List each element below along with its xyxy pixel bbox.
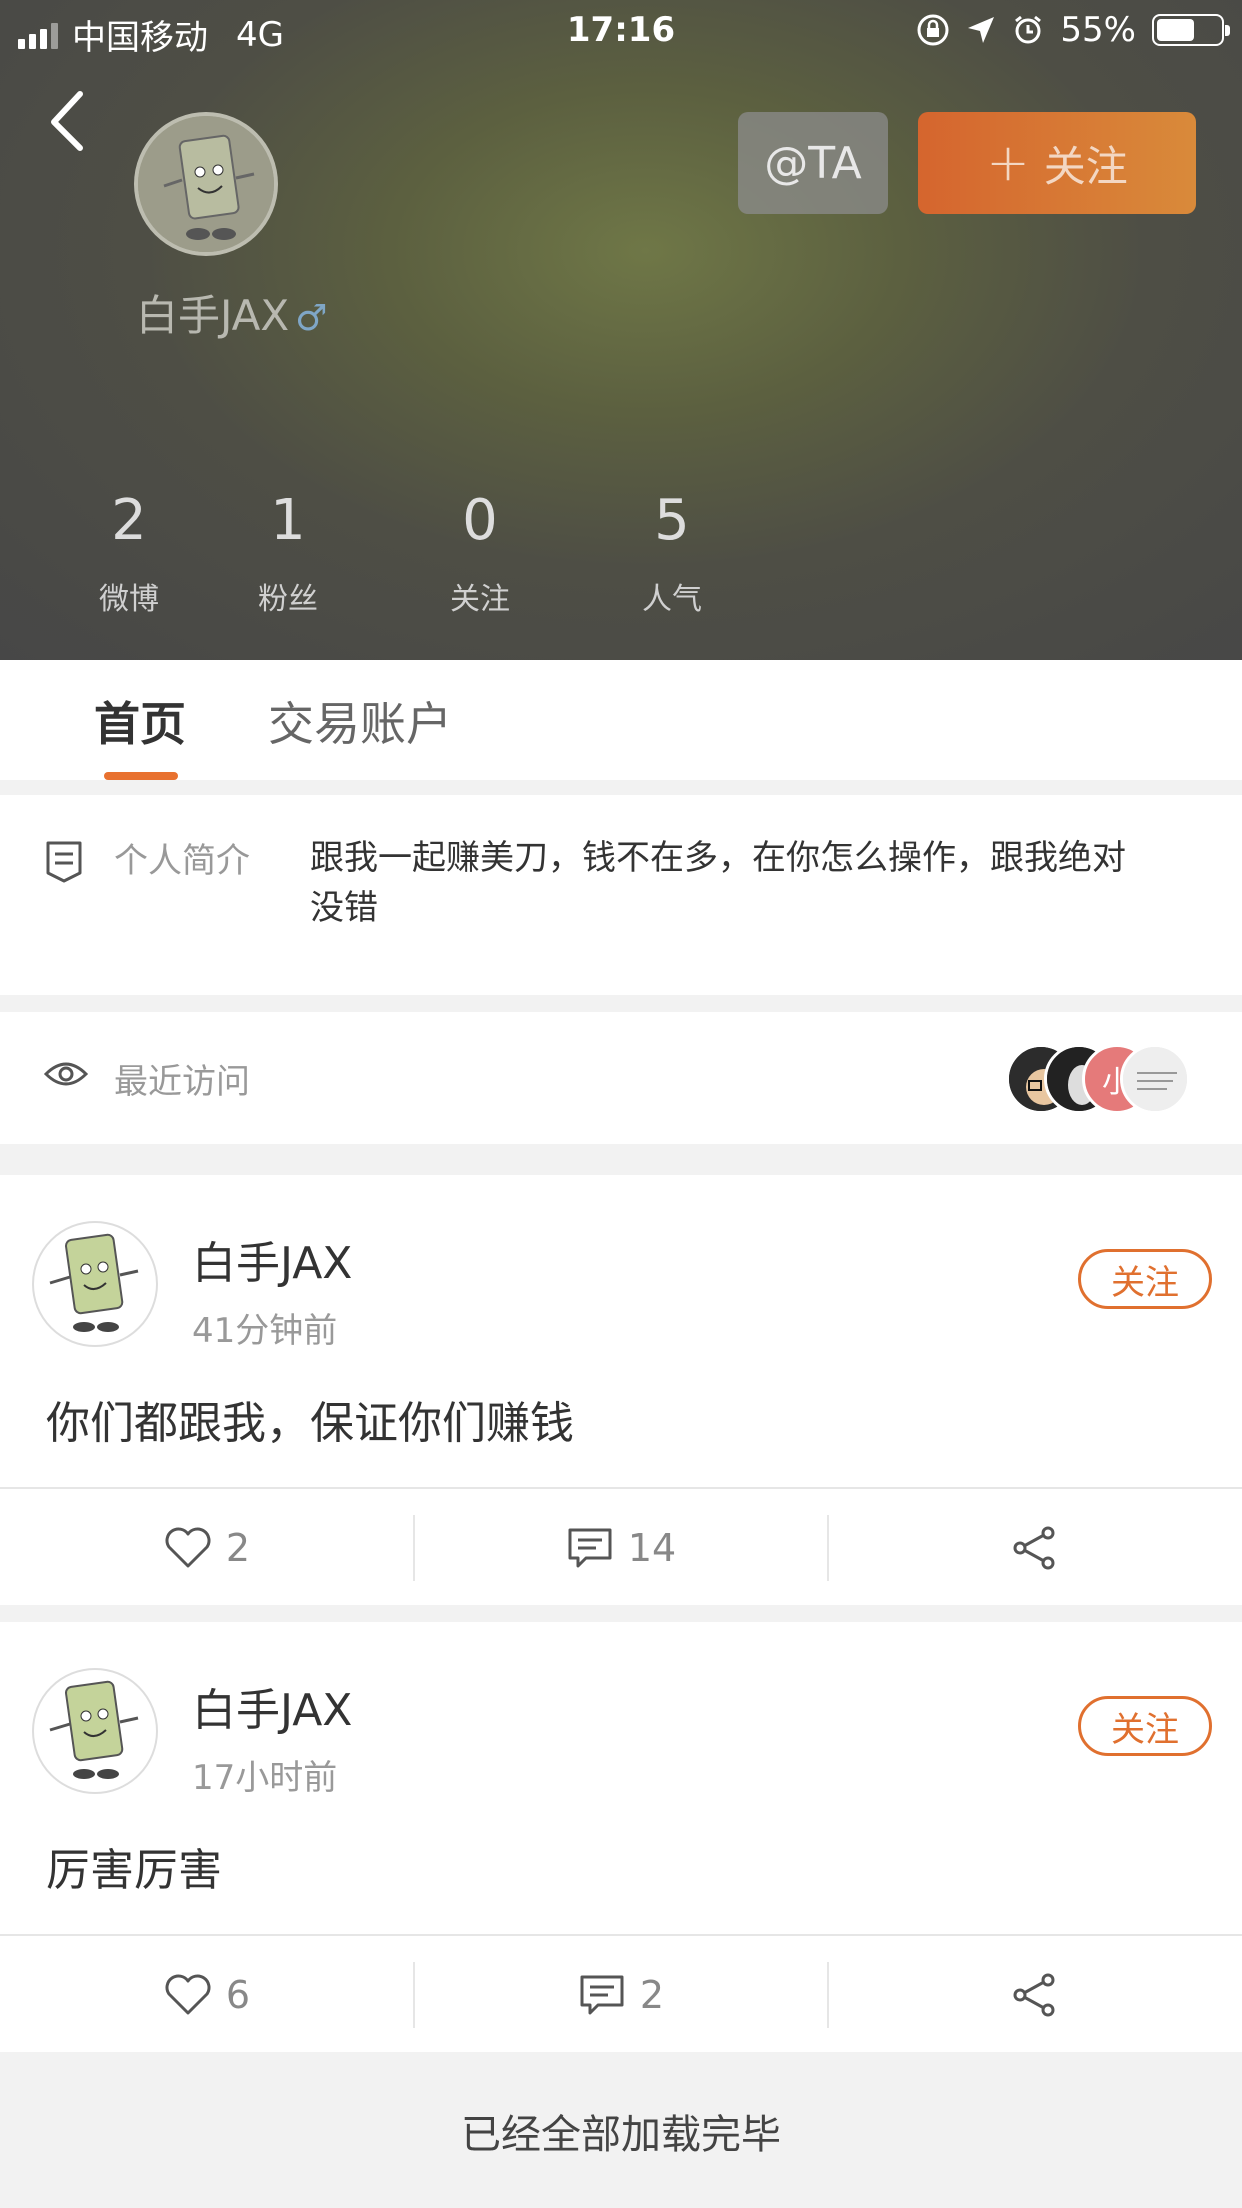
stat-following[interactable]: 0 关注: [384, 486, 576, 618]
stats-row: 2 微博 1 粉丝 0 关注 5 人气: [66, 486, 768, 618]
location-icon: [968, 17, 995, 43]
follow-button[interactable]: + 关注: [918, 112, 1196, 214]
stat-label: 粉丝: [258, 582, 318, 617]
tab-bar: 首页 交易账户: [0, 660, 1242, 780]
alarm-icon: [1015, 15, 1042, 44]
stat-value: 1: [270, 488, 306, 553]
post-actions: 2 14: [0, 1487, 1242, 1605]
mention-button[interactable]: @TA: [738, 112, 888, 214]
share-button[interactable]: [828, 1489, 1242, 1607]
comment-count: 14: [627, 1526, 677, 1570]
back-arrow-icon[interactable]: [40, 84, 100, 154]
battery-icon: [1152, 14, 1230, 46]
post-text[interactable]: 厉害厉害: [46, 1834, 222, 1898]
money-mascot-icon: [138, 116, 274, 252]
post-follow-button[interactable]: 关注: [1078, 1696, 1212, 1756]
visitor-avatars: 小: [1006, 1044, 1196, 1114]
stat-weibo[interactable]: 2 微博: [66, 486, 192, 618]
share-button[interactable]: [828, 1936, 1242, 2054]
comment-icon: [580, 1975, 624, 2015]
money-mascot-icon: [49, 1233, 139, 1332]
stat-popularity[interactable]: 5 人气: [576, 486, 768, 618]
comment-button[interactable]: 14: [414, 1489, 828, 1607]
follow-button-label: 关注: [1043, 141, 1128, 191]
bio-section: 个人简介 跟我一起赚美刀，钱不在多，在你怎么操作，跟我绝对没错: [0, 795, 1242, 995]
post-time: 17小时前: [192, 1758, 338, 1798]
stat-value: 0: [462, 488, 498, 553]
comment-icon: [568, 1528, 612, 1568]
like-button[interactable]: 6: [0, 1936, 414, 2054]
tab-trading-account[interactable]: 交易账户: [268, 688, 452, 754]
like-count: 6: [225, 1973, 251, 2017]
comment-count: 2: [639, 1973, 665, 2017]
bio-label: 个人简介: [114, 841, 250, 881]
money-mascot-icon: [49, 1680, 139, 1779]
bio-text: 跟我一起赚美刀，钱不在多，在你怎么操作，跟我绝对没错: [310, 838, 1126, 928]
comment-button[interactable]: 2: [414, 1936, 828, 2054]
recent-visits-label: 最近访问: [114, 1062, 250, 1102]
profile-name-text: 白手JAX: [136, 291, 290, 340]
visitor-avatar: [1120, 1044, 1190, 1114]
tab-indicator: [104, 772, 178, 780]
post-author[interactable]: 白手JAX: [192, 1227, 352, 1291]
post-card: 白手JAX 17小时前 关注 厉害厉害 6 2: [0, 1622, 1242, 2052]
share-icon: [1013, 1973, 1055, 2017]
stat-label: 人气: [642, 582, 702, 617]
profile-card-icon: [46, 841, 82, 883]
tab-home[interactable]: 首页: [94, 688, 186, 754]
profile-avatar[interactable]: [134, 112, 278, 256]
heart-icon: [165, 1974, 211, 2015]
gender-male-icon: ♂: [295, 298, 328, 339]
stat-value: 2: [111, 488, 147, 553]
profile-header: 中国移动 4G 17:16 55% 白手JAX♂ @TA + 关注 2 微博: [0, 0, 1242, 660]
status-bar: 中国移动 4G 17:16 55%: [0, 0, 1242, 62]
stat-label: 关注: [450, 582, 510, 617]
post-avatar[interactable]: [32, 1668, 158, 1794]
stat-fans[interactable]: 1 粉丝: [192, 486, 384, 618]
plus-icon: +: [986, 133, 1030, 193]
heart-icon: [165, 1527, 211, 1568]
post-time: 41分钟前: [192, 1311, 338, 1351]
like-button[interactable]: 2: [0, 1489, 414, 1607]
post-text[interactable]: 你们都跟我，保证你们赚钱: [46, 1387, 574, 1451]
post-follow-button[interactable]: 关注: [1078, 1249, 1212, 1309]
stat-label: 微博: [99, 582, 159, 617]
post-actions: 6 2: [0, 1934, 1242, 2052]
post-author[interactable]: 白手JAX: [192, 1674, 352, 1738]
eye-icon: [44, 1062, 88, 1086]
recent-visits-row[interactable]: 最近访问 小: [0, 1012, 1242, 1144]
stat-value: 5: [654, 488, 690, 553]
battery-percent: 55%: [1060, 10, 1136, 50]
share-icon: [1013, 1526, 1055, 1570]
profile-name: 白手JAX ♂: [136, 282, 327, 343]
post-card: 白手JAX 41分钟前 关注 你们都跟我，保证你们赚钱 2 14: [0, 1175, 1242, 1605]
post-avatar[interactable]: [32, 1221, 158, 1347]
orientation-lock-icon: [917, 14, 949, 46]
like-count: 2: [225, 1526, 251, 1570]
load-complete-footer: 已经全部加载完毕: [0, 2054, 1242, 2208]
